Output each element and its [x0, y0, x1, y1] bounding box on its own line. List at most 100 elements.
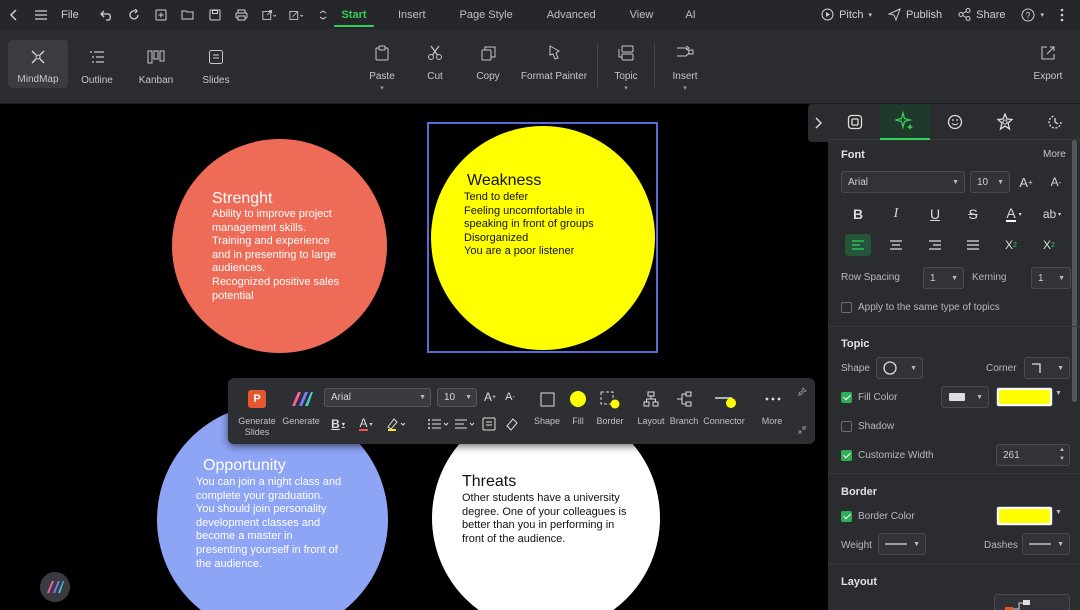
generate-slides-label[interactable]: Generate Slides [234, 416, 280, 438]
export-file-icon[interactable] [262, 8, 276, 22]
share-button[interactable]: Share [958, 8, 1005, 21]
panel-font-size-select[interactable]: 10 ▼ [970, 171, 1010, 193]
more-label[interactable]: More [756, 416, 788, 426]
panel-bold-icon[interactable]: B [845, 203, 871, 225]
shadow-checkbox[interactable] [841, 421, 852, 432]
corner-select[interactable]: ▼ [1024, 357, 1070, 379]
ai-assistant-logo-icon[interactable] [40, 572, 70, 602]
tab-view[interactable]: View [630, 0, 654, 29]
weight-select[interactable]: ▼ [878, 533, 926, 555]
help-button[interactable]: ? ▾ [1021, 8, 1044, 22]
connector-label[interactable]: Connector [702, 416, 746, 426]
panel-scrollbar[interactable] [1072, 140, 1077, 402]
dashes-select[interactable]: ▼ [1022, 533, 1070, 555]
hamburger-menu-icon[interactable] [34, 8, 48, 22]
new-file-icon[interactable] [154, 8, 168, 22]
fill-color-caret-icon[interactable]: ▼ [1055, 390, 1062, 397]
tab-sticker[interactable] [930, 104, 980, 140]
redo-icon[interactable] [127, 8, 141, 22]
tab-advanced[interactable]: Advanced [547, 0, 596, 29]
align-left-icon[interactable] [845, 234, 871, 256]
fill-color-checkbox[interactable] [841, 392, 852, 403]
bold-icon[interactable]: B ▾ [328, 416, 348, 432]
branch-icon[interactable] [675, 390, 693, 408]
mindmap-canvas[interactable]: Strenght Ability to improve project manag… [0, 104, 808, 610]
clear-format-icon[interactable] [503, 416, 521, 432]
open-folder-icon[interactable] [181, 8, 195, 22]
more-dots-icon[interactable] [763, 390, 783, 408]
border-color-swatch[interactable] [996, 506, 1053, 526]
align-icon[interactable] [453, 416, 477, 432]
tab-style[interactable] [830, 104, 880, 140]
slides-view-button[interactable]: Slides [198, 46, 234, 86]
undo-icon[interactable] [99, 8, 114, 22]
tab-start[interactable]: Start [334, 0, 374, 29]
print-icon[interactable] [235, 8, 249, 22]
paste-button[interactable]: Paste ▾ [366, 42, 398, 92]
collapse-toolbar-icon[interactable] [796, 424, 808, 436]
panel-italic-icon[interactable]: I [883, 203, 909, 225]
outline-view-button[interactable]: Outline [78, 46, 116, 86]
branch-label[interactable]: Branch [667, 416, 701, 426]
layout-icon[interactable] [642, 390, 660, 408]
insert-button[interactable]: Insert ▾ [668, 42, 702, 92]
tab-history[interactable] [1030, 104, 1080, 140]
tab-ai[interactable]: AI [685, 0, 695, 29]
text-box-icon[interactable] [480, 416, 498, 432]
fill-icon[interactable] [569, 390, 587, 408]
border-icon[interactable] [599, 390, 621, 410]
collapse-panel-button[interactable] [808, 104, 828, 142]
increase-font-icon[interactable]: A + [482, 388, 498, 406]
shape-icon[interactable] [538, 390, 556, 408]
ai-generate-icon[interactable] [291, 390, 313, 408]
generate-label[interactable]: Generate [281, 416, 321, 426]
weakness-topic[interactable]: Weakness Tend to defer Feeling uncomforta… [431, 126, 655, 350]
export-button[interactable]: Export [1028, 42, 1068, 82]
cut-button[interactable]: Cut [420, 42, 450, 82]
overflow-menu-icon[interactable] [1060, 8, 1064, 22]
border-color-caret-icon[interactable]: ▼ [1055, 509, 1062, 516]
shape-label[interactable]: Shape [530, 416, 564, 426]
customize-width-checkbox[interactable] [841, 450, 852, 461]
share-file-icon[interactable] [289, 8, 303, 22]
topic-button[interactable]: Topic ▾ [610, 42, 642, 92]
font-color-icon[interactable]: A ▾ [356, 416, 376, 432]
layout-preview-box[interactable] [994, 594, 1070, 610]
panel-strikethrough-icon[interactable]: S [960, 203, 986, 225]
apply-same-checkbox[interactable] [841, 302, 852, 313]
powerpoint-icon[interactable]: P [248, 390, 266, 408]
font-more-link[interactable]: More [1043, 149, 1066, 160]
copy-button[interactable]: Copy [473, 42, 503, 82]
pitch-button[interactable]: Pitch ▾ [821, 8, 872, 21]
numbered-list-icon[interactable] [426, 416, 450, 432]
tab-theme[interactable] [980, 104, 1030, 140]
width-stepper[interactable]: 261 ▲ ▼ [996, 444, 1070, 466]
back-icon[interactable] [7, 8, 21, 22]
shape-select[interactable]: ▼ [876, 357, 923, 379]
border-color-checkbox[interactable] [841, 511, 852, 522]
tab-ai-style[interactable] [880, 104, 930, 140]
border-label[interactable]: Border [592, 416, 628, 426]
connector-icon[interactable] [714, 390, 740, 410]
font-size-select[interactable]: 10 ▼ [437, 388, 477, 407]
format-painter-button[interactable]: Format Painter [520, 42, 588, 82]
kerning-select[interactable]: 1 ▼ [1031, 267, 1071, 289]
superscript-icon[interactable]: X2 [998, 234, 1024, 256]
file-menu[interactable]: File [61, 9, 79, 21]
highlight-icon[interactable] [385, 416, 409, 432]
more-arrows-icon[interactable] [316, 8, 330, 22]
panel-underline-icon[interactable]: U [922, 203, 948, 225]
publish-button[interactable]: Publish [888, 8, 942, 21]
panel-font-color-icon[interactable]: A ▾ [998, 203, 1030, 225]
subscript-icon[interactable]: X2 [1036, 234, 1062, 256]
fill-color-swatch[interactable] [996, 387, 1053, 407]
strength-topic[interactable]: Strenght Ability to improve project manag… [172, 139, 387, 353]
tab-page-style[interactable]: Page Style [460, 0, 513, 29]
kanban-view-button[interactable]: Kanban [136, 46, 176, 86]
panel-decrease-font-icon[interactable]: A- [1043, 171, 1069, 193]
align-right-icon[interactable] [922, 234, 948, 256]
fill-label[interactable]: Fill [564, 416, 592, 426]
panel-font-family-select[interactable]: Arial ▼ [841, 171, 965, 193]
mindmap-view-button[interactable]: MindMap [8, 40, 68, 88]
fill-type-select[interactable]: ▼ [941, 386, 989, 408]
